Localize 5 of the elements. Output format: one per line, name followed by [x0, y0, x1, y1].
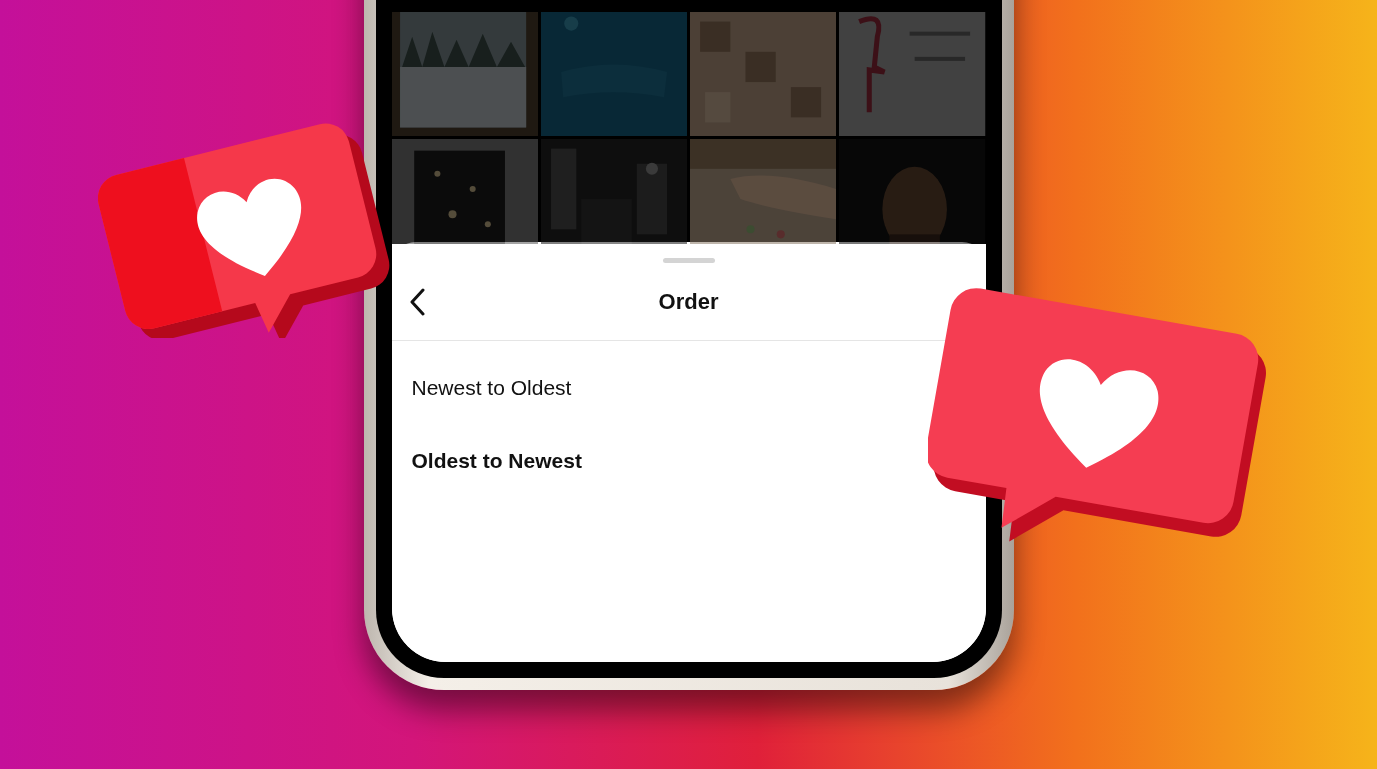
sheet-title: Order [658, 288, 719, 316]
drag-handle[interactable] [662, 258, 715, 263]
sort-option[interactable]: Newest to Oldest [411, 375, 572, 400]
back-icon [408, 288, 425, 316]
sort-option[interactable]: Oldest to Newest [411, 448, 582, 473]
